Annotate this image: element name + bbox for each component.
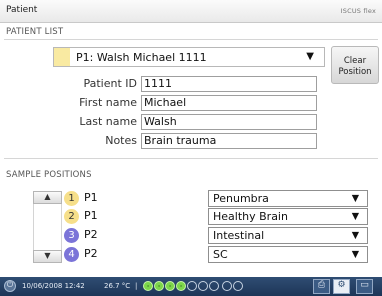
scroll-down-button[interactable]: ▼ xyxy=(33,250,62,263)
vial-status-icon xyxy=(187,281,197,291)
window-title: Patient xyxy=(6,5,38,15)
position-row: 3 P2 xyxy=(62,227,208,244)
positions-scrollbar[interactable] xyxy=(33,204,62,250)
screen-button[interactable]: ▭ xyxy=(356,279,373,294)
patient-color-swatch xyxy=(54,48,70,66)
region-dropdown[interactable]: SC ▼ xyxy=(208,246,368,263)
position-number-badge: 3 xyxy=(64,228,79,243)
patient-dropdown[interactable]: P1: Walsh Michael 1111 ▼ xyxy=(53,47,325,67)
screen-icon: ▭ xyxy=(360,280,369,290)
clear-position-button[interactable]: Clear Position xyxy=(331,46,379,84)
printer-button[interactable]: ⎙ xyxy=(313,279,330,294)
section-divider xyxy=(4,39,378,40)
first-name-label: First name xyxy=(79,96,137,109)
region-dropdown[interactable]: Intestinal ▼ xyxy=(208,227,368,244)
vial-status-icon xyxy=(233,281,243,291)
arrow-up-icon: ▲ xyxy=(44,192,51,201)
chevron-down-icon: ▼ xyxy=(351,230,359,241)
power-button[interactable]: ⏻ xyxy=(4,280,16,292)
position-row: 4 P2 xyxy=(62,246,208,263)
brand-logo: ISCUS flex xyxy=(340,7,376,15)
scroll-up-button[interactable]: ▲ xyxy=(33,191,62,204)
region-value: Healthy Brain xyxy=(213,210,288,223)
clear-button-label-line1: Clear xyxy=(343,56,367,66)
position-row: 2 P1 xyxy=(62,208,208,225)
patient-id-label: Patient ID xyxy=(83,77,137,90)
arrow-down-icon: ▼ xyxy=(44,251,51,260)
position-number-badge: 4 xyxy=(64,247,79,262)
region-dropdown[interactable]: Healthy Brain ▼ xyxy=(208,208,368,225)
vial-status-icon: · xyxy=(154,281,164,291)
position-name: P1 xyxy=(84,191,98,204)
title-bar: Patient ISCUS flex xyxy=(0,0,382,23)
status-temperature: 26.7 °C xyxy=(104,282,131,290)
vial-status-icon xyxy=(209,281,219,291)
position-name: P2 xyxy=(84,228,98,241)
settings-button[interactable]: ⚙ xyxy=(333,279,350,294)
position-name: P1 xyxy=(84,209,98,222)
chevron-down-icon: ▼ xyxy=(351,193,359,204)
clear-button-label-line2: Position xyxy=(338,67,372,77)
position-number-badge: 2 xyxy=(64,209,79,224)
first-name-field[interactable]: Michael xyxy=(141,95,317,111)
chevron-down-icon: ▼ xyxy=(306,51,314,62)
last-name-field[interactable]: Walsh xyxy=(141,114,317,130)
power-icon: ⏻ xyxy=(6,280,14,289)
vial-status-icon: · xyxy=(176,281,186,291)
printer-icon: ⎙ xyxy=(317,280,326,290)
region-dropdown[interactable]: Penumbra ▼ xyxy=(208,190,368,207)
vial-status-icon: · xyxy=(165,281,175,291)
patient-id-field[interactable]: 1111 xyxy=(141,76,317,92)
settings-icon: ⚙ xyxy=(337,280,346,290)
region-value: Penumbra xyxy=(213,192,269,205)
last-name-label: Last name xyxy=(79,115,137,128)
patient-list-heading: PATIENT LIST xyxy=(6,27,64,37)
status-bar: ⏻ 10/06/2008 12:42 26.7 °C | · · · · ⎙ ⚙… xyxy=(0,277,382,296)
position-number-badge: 1 xyxy=(64,191,79,206)
status-datetime: 10/06/2008 12:42 xyxy=(22,282,85,290)
vial-status-icon xyxy=(198,281,208,291)
vial-status-icon: · xyxy=(143,281,153,291)
sample-positions-heading: SAMPLE POSITIONS xyxy=(6,170,92,180)
selected-patient: P1: Walsh Michael 1111 xyxy=(76,51,207,64)
notes-label: Notes xyxy=(105,134,137,147)
vial-status-icon xyxy=(222,281,232,291)
position-name: P2 xyxy=(84,247,98,260)
section-divider xyxy=(4,158,378,159)
region-value: SC xyxy=(213,248,228,261)
notes-field[interactable]: Brain trauma xyxy=(141,133,317,149)
chevron-down-icon: ▼ xyxy=(351,211,359,222)
region-value: Intestinal xyxy=(213,229,265,242)
position-row: 1 P1 xyxy=(62,190,208,207)
chevron-down-icon: ▼ xyxy=(351,249,359,260)
status-separator: | xyxy=(135,282,138,290)
